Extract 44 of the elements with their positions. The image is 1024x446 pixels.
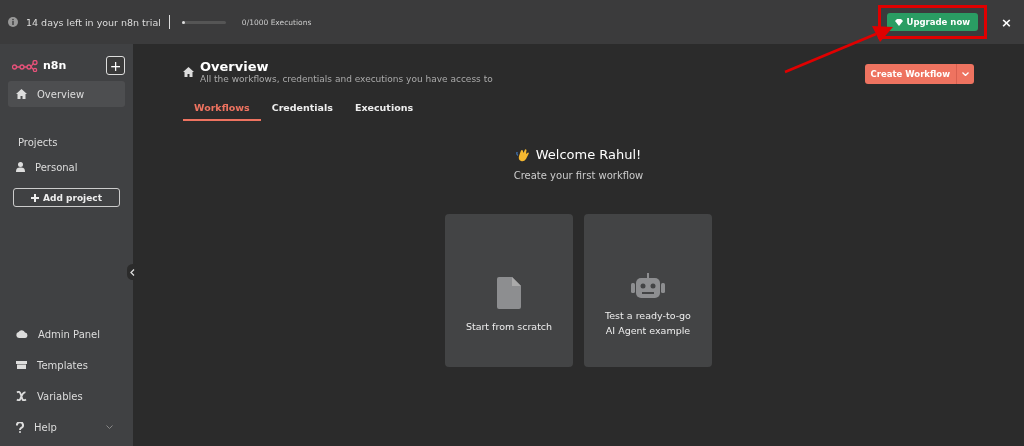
info-icon <box>8 17 18 27</box>
plus-icon <box>31 193 40 202</box>
nav-item[interactable]: Templates <box>8 352 125 378</box>
box-icon <box>16 361 27 369</box>
nav-label: Personal <box>35 161 78 173</box>
start-card[interactable]: Start from scratch <box>445 214 573 367</box>
gem-icon <box>894 18 903 26</box>
nav-item[interactable]: Personal <box>8 154 125 180</box>
welcome-subtitle: Create your first workflow <box>513 170 644 181</box>
nav-label: Overview <box>37 88 85 100</box>
robot-icon <box>631 272 665 298</box>
welcome-title: Welcome Rahul! <box>535 147 642 162</box>
chevron-down-icon <box>962 72 969 76</box>
trial-text: 14 days left in your n8n trial <box>26 16 161 28</box>
page-title: Overview <box>200 59 270 74</box>
help-icon <box>16 421 24 433</box>
nav-item[interactable]: Admin Panel <box>8 321 125 347</box>
add-project-button[interactable]: Add project <box>13 188 120 207</box>
nav-label: Admin Panel <box>38 328 101 340</box>
nav-label: Help <box>34 421 57 433</box>
start-card[interactable]: Test a ready-to-go AI Agent example <box>584 214 712 367</box>
close-button[interactable]: × <box>1001 14 1012 30</box>
nav-label: Variables <box>37 390 83 402</box>
chevron-left-icon <box>130 268 135 276</box>
tab[interactable]: Executions <box>343 98 425 121</box>
new-button[interactable]: + <box>106 56 125 75</box>
section-heading: Projects <box>17 137 59 148</box>
cloud-icon <box>16 330 28 338</box>
file-icon <box>497 276 521 309</box>
variable-icon <box>16 391 27 401</box>
logo-text: n8n <box>43 59 67 72</box>
user-icon <box>16 162 25 172</box>
nav-item[interactable]: Overview <box>8 81 125 107</box>
nav-item[interactable]: Help <box>8 414 125 440</box>
nav-item[interactable]: Variables <box>8 383 125 409</box>
logo-icon <box>12 59 38 72</box>
page-subtitle: All the workflows, credentials and executions you have access to <box>200 74 493 84</box>
tab[interactable]: Credentials <box>260 98 344 121</box>
home-icon <box>183 66 194 77</box>
nav-label: Templates <box>37 359 88 371</box>
tab[interactable]: Workflows <box>183 98 261 121</box>
collapse-button[interactable] <box>127 264 138 280</box>
waving-hand-icon <box>515 147 530 162</box>
home-icon <box>16 89 27 99</box>
